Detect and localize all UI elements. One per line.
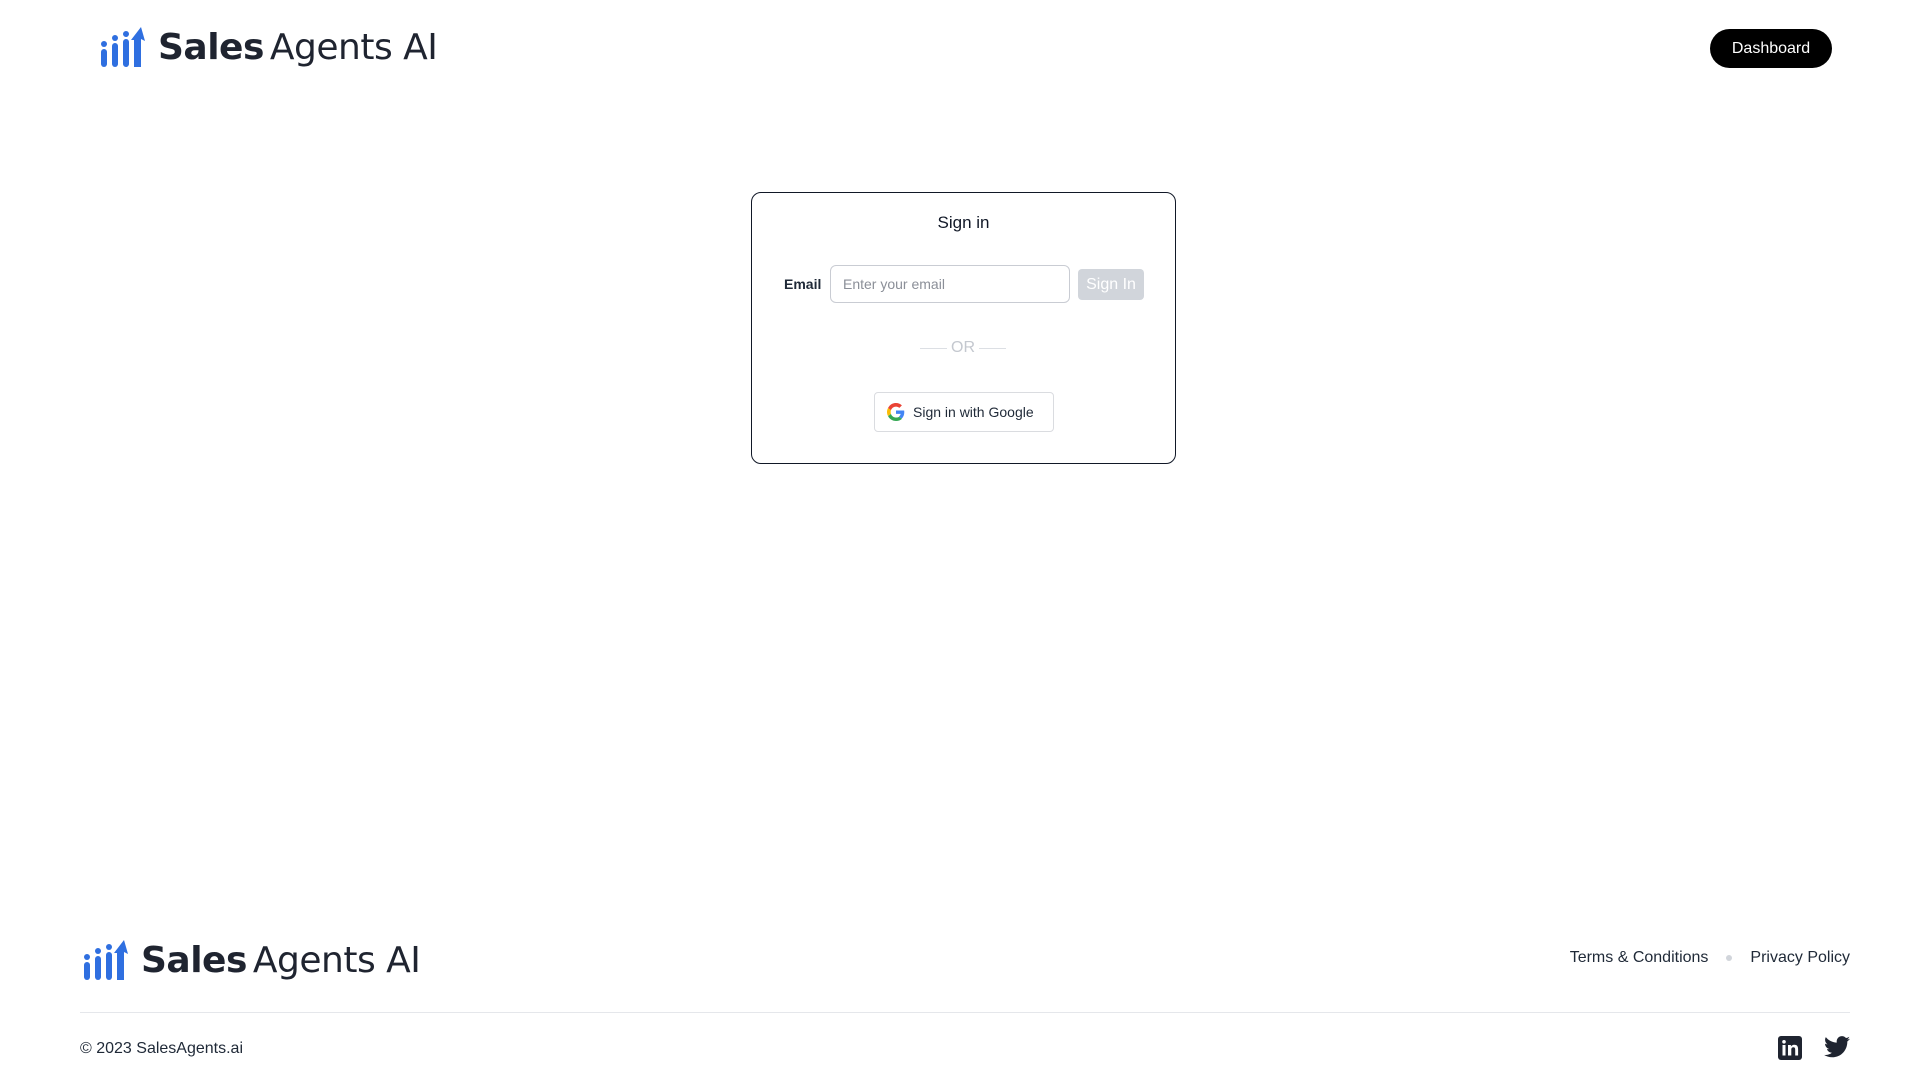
copyright-text: © 2023 SalesAgents.ai [80,1040,244,1057]
terms-link[interactable]: Terms & Conditions [1570,949,1709,967]
signin-title: Sign in [937,213,990,232]
privacy-link[interactable]: Privacy Policy [1750,949,1850,967]
google-icon [887,403,905,421]
footer-logo[interactable]: Sales Agents AI [81,937,421,983]
logo-chart-icon [84,940,128,980]
header-logo[interactable]: Sales Agents AI [98,24,438,70]
twitter-icon[interactable] [1824,1036,1850,1058]
logo-text: Sales Agents AI [158,26,438,68]
or-line-left [920,347,947,349]
logo-chart-icon [101,27,145,67]
signin-button[interactable]: Sign In [1078,269,1144,300]
linkedin-icon[interactable] [1778,1036,1802,1060]
footer-divider [80,1012,1850,1013]
google-signin-button[interactable]: Sign in with Google [874,392,1054,432]
link-separator [1726,955,1733,961]
or-divider: OR [920,339,1006,357]
google-signin-label: Sign in with Google [913,404,1034,420]
or-text: OR [951,339,975,356]
or-line-right [979,347,1006,349]
email-label: Email [784,276,822,292]
logo-text: Sales Agents AI [141,939,421,981]
signin-card: Sign in Email Sign In OR Sign in with Go… [751,192,1176,464]
dashboard-button[interactable]: Dashboard [1710,29,1832,68]
email-input[interactable] [830,265,1070,303]
footer-links: Terms & Conditions Privacy Policy [1570,949,1850,967]
